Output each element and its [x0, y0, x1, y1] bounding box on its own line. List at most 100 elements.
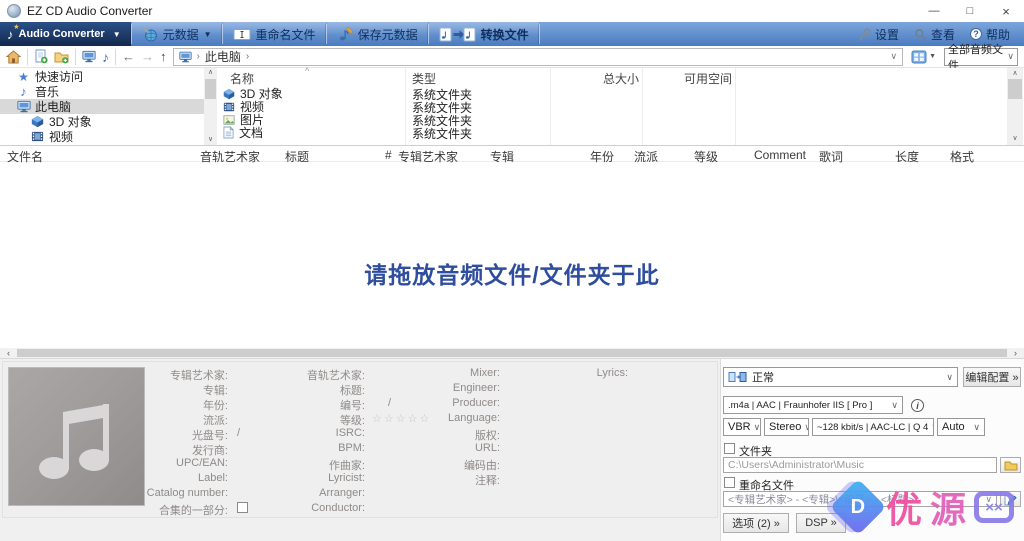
close-icon: × — [1002, 4, 1010, 19]
breadcrumb-separator: › — [246, 51, 249, 62]
document-icon — [223, 126, 234, 139]
address-bar[interactable]: › 此电脑 › ∨ — [173, 48, 904, 66]
main-toolbar: ♪★ Audio Converter ▼ 元数据 ▼ 重命名文件 保存元数据 — [0, 22, 1024, 46]
tree-item-music[interactable]: ♪ 音乐 — [0, 84, 204, 99]
computer-icon — [179, 51, 192, 63]
column-header-total-size[interactable]: 总大小 — [547, 70, 639, 87]
home-button[interactable] — [6, 50, 21, 64]
format-info-icon[interactable]: i — [911, 399, 924, 412]
browse-folder-button[interactable] — [1000, 457, 1021, 473]
metadata-button[interactable]: 元数据 ▼ — [132, 22, 222, 46]
rename-pattern-field[interactable]: <专辑艺术家> - <专辑>\<编号> - <标题> ∨ — [723, 491, 997, 507]
music-note-button[interactable]: ♪ — [102, 49, 109, 65]
scrollbar-thumb[interactable] — [205, 79, 216, 99]
tree-item-quick-access[interactable]: ★ 快速访问 — [0, 69, 204, 84]
field-label-isrc: ISRC: — [250, 427, 365, 439]
folder-row-documents[interactable]: 文档 — [223, 124, 263, 141]
column-header-number[interactable]: # — [385, 148, 392, 162]
scroll-right-icon[interactable]: › — [1007, 348, 1024, 358]
view-mode-button[interactable]: ▼ — [909, 48, 938, 66]
add-files-button[interactable] — [34, 49, 48, 64]
track-drop-area[interactable]: 请拖放音频文件/文件夹于此 — [0, 163, 1024, 348]
format-dropdown[interactable]: .m4a | AAC | Fraunhofer IIS [ Pro ] ∨ — [723, 396, 903, 414]
audio-converter-menu-button[interactable]: ♪★ Audio Converter ▼ — [0, 22, 131, 46]
add-folder-button[interactable] — [54, 50, 69, 64]
chevron-down-icon: ∨ — [801, 422, 809, 433]
forward-button[interactable]: → — [141, 49, 154, 64]
scroll-up-icon[interactable]: ∧ — [204, 68, 217, 78]
channels-dropdown[interactable]: Stereo ∨ — [764, 418, 809, 436]
field-label-conductor: Conductor: — [250, 502, 365, 514]
output-path-value: C:\Users\Administrator\Music — [728, 459, 864, 471]
minimize-icon: — — [929, 5, 940, 17]
edit-profile-button[interactable]: 编辑配置 » — [963, 367, 1021, 387]
field-value-track-number[interactable]: / — [388, 397, 391, 409]
tree-item-this-pc[interactable]: 此电脑 — [0, 99, 204, 114]
edit-pencil-icon — [1004, 493, 1017, 506]
app-window: EZ CD Audio Converter — □ × ♪★ Audio Con… — [0, 0, 1024, 541]
output-path-field[interactable]: C:\Users\Administrator\Music — [723, 457, 997, 473]
field-label-comment: 注释: — [396, 472, 500, 488]
field-value-disc-number[interactable]: / — [237, 427, 240, 439]
bitrate-dropdown[interactable]: ~128 kbit/s | AAC-LC | Q 4 ∨ — [812, 418, 934, 436]
rename-files-button[interactable]: 重命名文件 — [223, 22, 326, 46]
file-filter-dropdown[interactable]: 全部音频文件 ∨ — [944, 48, 1018, 66]
caret-down-icon: ▼ — [929, 53, 936, 60]
magnifier-icon — [914, 28, 927, 41]
chevron-down-icon: ∨ — [928, 422, 934, 433]
convert-files-button[interactable]: 转换文件 — [429, 22, 539, 46]
bitrate-value: ~128 kbit/s | AAC-LC | Q 4 — [817, 422, 928, 433]
field-label-title: 标题: — [250, 382, 365, 398]
scroll-left-icon[interactable]: ‹ — [0, 348, 17, 358]
scroll-down-icon[interactable]: ∨ — [1007, 134, 1023, 144]
tree-scrollbar[interactable]: ∧ ∨ — [204, 68, 217, 145]
maximize-button[interactable]: □ — [952, 0, 988, 22]
field-label-copyright: 版权: — [396, 427, 500, 443]
save-metadata-button[interactable]: 保存元数据 — [327, 22, 428, 46]
rename-files-checkbox[interactable] — [724, 477, 735, 488]
address-dropdown-icon[interactable]: ∨ — [890, 51, 897, 62]
tree-item-videos[interactable]: 视频 — [0, 129, 204, 144]
column-header-free-space[interactable]: 可用空间 — [642, 70, 732, 87]
computer-button[interactable] — [82, 50, 96, 63]
track-table-header: 文件名 音轨艺术家 标题 # 专辑艺术家 专辑 年份 流派 等级 Comment… — [0, 145, 1024, 162]
sample-rate-dropdown[interactable]: Auto ∨ — [937, 418, 985, 436]
bitrate-mode-dropdown[interactable]: VBR ∨ — [723, 418, 761, 436]
field-label-track-artist: 音轨艺术家: — [250, 367, 365, 383]
save-metadata-icon — [337, 27, 353, 42]
close-button[interactable]: × — [988, 0, 1024, 22]
horizontal-scrollbar[interactable]: ‹ › — [0, 348, 1024, 358]
tree-item-label: 视频 — [49, 128, 73, 145]
tree-item-3d-objects[interactable]: 3D 对象 — [0, 114, 204, 129]
column-header-type[interactable]: 类型 — [412, 70, 436, 87]
breadcrumb-this-pc[interactable]: 此电脑 — [205, 48, 241, 65]
sort-ascending-icon: ^ — [305, 66, 309, 76]
toolbar-separator — [27, 49, 28, 65]
scroll-down-icon[interactable]: ∨ — [204, 135, 217, 145]
app-icon — [7, 4, 21, 18]
field-label-part-of-compilation: 合集的一部分: — [60, 502, 228, 518]
metadata-globe-icon — [142, 27, 158, 42]
settings-label: 设置 — [875, 26, 899, 43]
field-label-lyricist: Lyricist: — [250, 472, 365, 484]
field-label-url: URL: — [396, 442, 500, 454]
dsp-button[interactable]: DSP » — [796, 513, 846, 533]
field-label-album-artist: 专辑艺术家: — [60, 367, 228, 383]
profile-dropdown[interactable]: 正常 ∨ — [723, 367, 958, 387]
scroll-up-icon[interactable]: ∧ — [1007, 69, 1023, 79]
column-header-comment[interactable]: Comment — [754, 148, 806, 162]
settings-button[interactable]: 设置 — [852, 26, 905, 43]
output-settings-panel: 正常 ∨ 编辑配置 » .m4a | AAC | Fraunhofer IIS … — [720, 359, 1024, 541]
caret-down-icon: ▼ — [113, 30, 121, 39]
folder-list-scrollbar[interactable]: ∧ ∨ — [1007, 68, 1023, 145]
output-folder-checkbox[interactable] — [724, 443, 735, 454]
up-button[interactable]: ↑ — [160, 49, 167, 64]
scrollbar-thumb[interactable] — [17, 349, 1007, 357]
folder-list: ^ 名称 类型 总大小 可用空间 3D 对象 系统文件夹 视频 系统文件夹 图片… — [217, 68, 1007, 145]
scrollbar-thumb[interactable] — [1008, 79, 1022, 99]
minimize-button[interactable]: — — [916, 0, 952, 22]
edit-pattern-button[interactable] — [1000, 491, 1021, 507]
compilation-checkbox[interactable] — [237, 502, 248, 513]
options-button[interactable]: 选项 (2) » — [723, 513, 789, 533]
back-button[interactable]: ← — [122, 49, 135, 64]
